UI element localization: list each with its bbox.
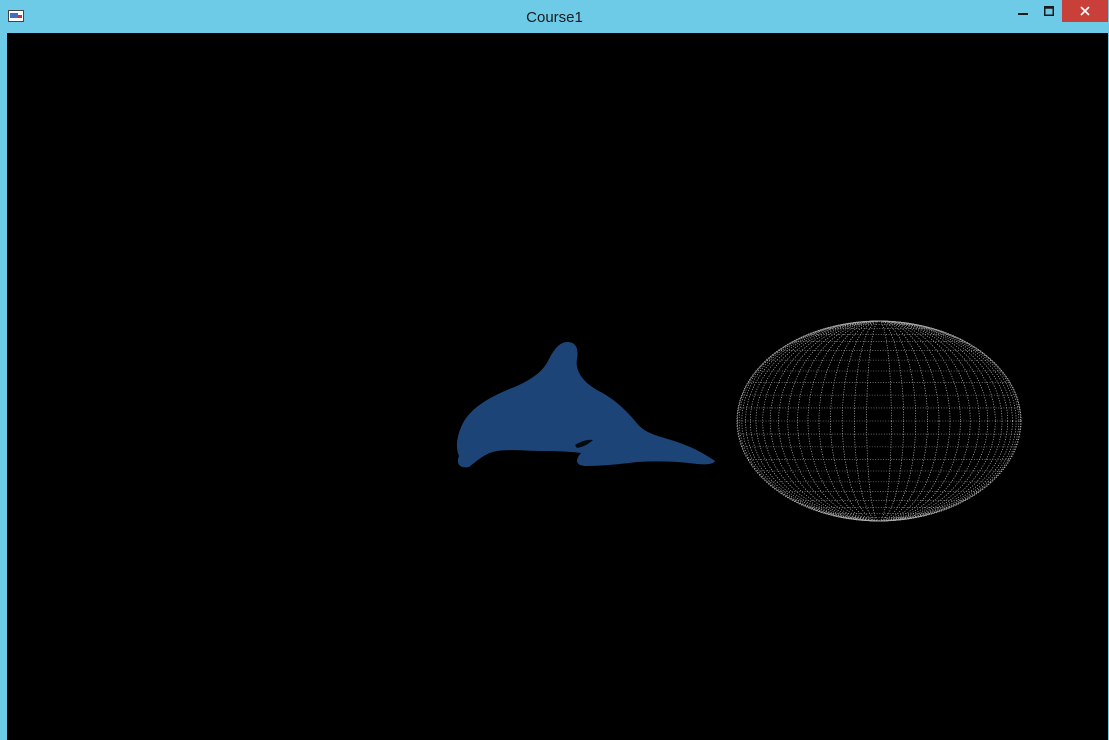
app-window: Course1 xyxy=(0,0,1109,740)
scene-canvas xyxy=(456,320,1022,522)
close-icon xyxy=(1080,6,1090,16)
minimize-button[interactable] xyxy=(1010,0,1036,22)
maximize-button[interactable] xyxy=(1036,0,1062,22)
sphere-point-cloud xyxy=(736,320,1022,522)
opengl-viewport[interactable] xyxy=(7,33,1108,740)
title-bar[interactable]: Course1 xyxy=(0,0,1109,33)
window-title: Course1 xyxy=(526,9,583,26)
close-button[interactable] xyxy=(1062,0,1108,22)
minimize-icon xyxy=(1018,13,1028,15)
maximize-icon xyxy=(1044,6,1054,16)
dolphin-model xyxy=(456,342,715,468)
